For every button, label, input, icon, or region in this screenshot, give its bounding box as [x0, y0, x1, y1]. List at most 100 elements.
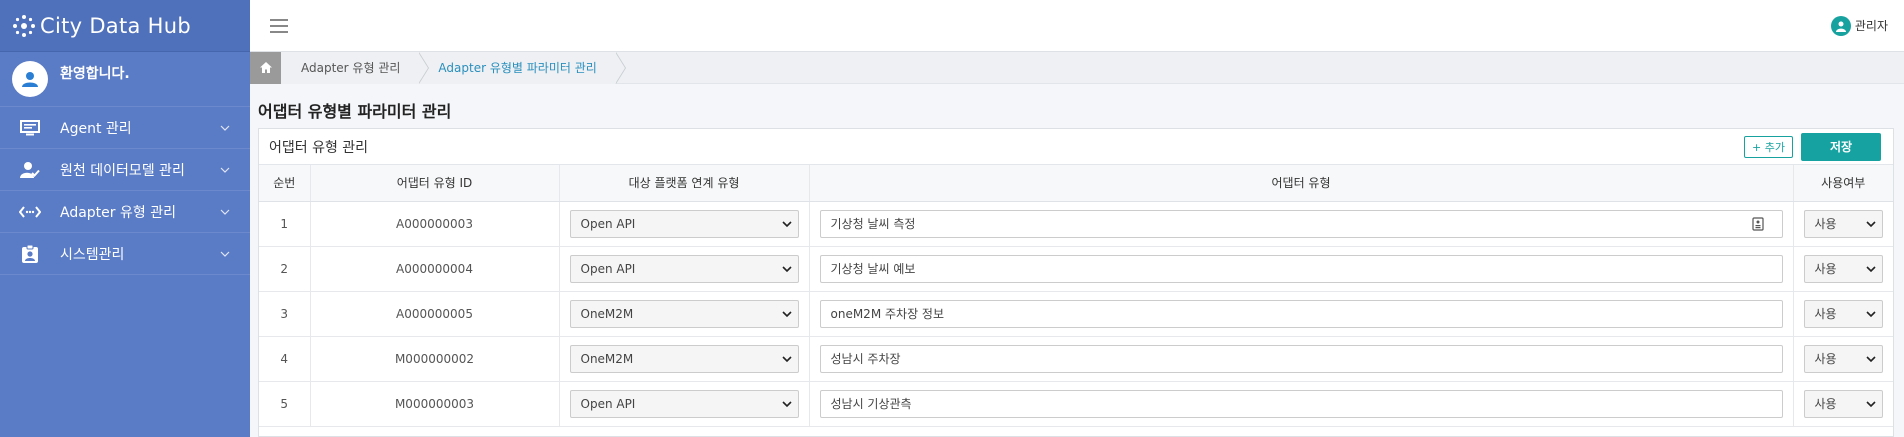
code-arrows-icon: [18, 202, 42, 222]
adapter-type-value: oneM2M 주차장 정보: [830, 307, 945, 321]
chevron-down-icon: [1866, 400, 1876, 407]
use-cell: 사용: [1793, 381, 1893, 427]
row-num: 5: [259, 381, 311, 427]
row-num: 1: [259, 201, 311, 247]
row-id: A000000003: [310, 201, 560, 247]
platform-select-value: Open API: [580, 396, 636, 411]
breadcrumb-item-adapter-type[interactable]: Adapter 유형 관리: [281, 51, 430, 84]
column-header-platform: 대상 플랫폼 연계 유형: [559, 165, 810, 202]
adapter-type-input[interactable]: 성남시 기상관측: [819, 389, 1783, 418]
menu-toggle-icon[interactable]: [270, 18, 288, 33]
use-select[interactable]: 사용: [1803, 299, 1883, 328]
column-header-use: 사용여부: [1793, 165, 1893, 202]
clipboard-user-icon: [18, 244, 42, 264]
use-select-value: 사용: [1814, 397, 1837, 411]
type-cell: 성남시 기상관측: [809, 381, 1794, 427]
column-header-type: 어댑터 유형: [809, 165, 1794, 202]
adapter-type-input[interactable]: oneM2M 주차장 정보: [819, 299, 1783, 328]
chevron-down-icon: [1866, 220, 1876, 227]
use-select[interactable]: 사용: [1803, 209, 1883, 238]
platform-cell: Open API: [559, 201, 810, 247]
user-panel: 환영합니다.: [0, 52, 250, 107]
admin-label: 관리자: [1854, 19, 1888, 33]
use-select-value: 사용: [1814, 307, 1837, 321]
use-select[interactable]: 사용: [1803, 344, 1883, 373]
use-select[interactable]: 사용: [1803, 389, 1883, 418]
use-select-value: 사용: [1814, 217, 1837, 231]
use-select-value: 사용: [1814, 352, 1837, 366]
platform-select[interactable]: Open API: [569, 389, 799, 418]
user-avatar-icon: [12, 61, 48, 97]
platform-select-value: OneM2M: [580, 306, 634, 321]
adapter-type-card: 어댑터 유형 관리 + 추가 저장 순번 어댑터 유형 ID 대상 플랫폼 연계…: [258, 128, 1894, 437]
table-header-row: 순번 어댑터 유형 ID 대상 플랫폼 연계 유형 어댑터 유형 사용여부: [259, 165, 1893, 202]
admin-avatar-icon: [1830, 15, 1851, 36]
table-row: 1 A000000003 Open API 기상청 날씨 측정 사용: [259, 201, 1893, 247]
platform-cell: Open API: [559, 246, 810, 292]
top-bar: 관리자: [250, 0, 1904, 52]
card-title: 어댑터 유형 관리: [269, 139, 369, 156]
type-cell: 성남시 주차장: [809, 336, 1794, 382]
page-title: 어댑터 유형별 파라미터 관리: [258, 102, 452, 121]
chevron-down-icon: [1866, 265, 1876, 272]
use-select-value: 사용: [1814, 262, 1837, 276]
sidebar-item-label: Agent 관리: [60, 120, 132, 137]
chevron-down-icon: [1866, 310, 1876, 317]
chevron-down-icon: [781, 400, 792, 407]
platform-select-value: OneM2M: [580, 351, 634, 366]
column-header-num: 순번: [259, 165, 311, 202]
admin-menu[interactable]: 관리자: [1830, 15, 1888, 36]
platform-select[interactable]: OneM2M: [569, 299, 799, 328]
use-cell: 사용: [1793, 201, 1893, 247]
row-num: 4: [259, 336, 311, 382]
monitor-icon: [18, 118, 42, 138]
table-row: 3 A000000005 OneM2M oneM2M 주차장 정보 사용: [259, 291, 1893, 337]
adapter-type-input[interactable]: 기상청 날씨 측정: [819, 209, 1783, 238]
logo-icon: [13, 14, 35, 37]
chevron-down-icon: [1866, 355, 1876, 362]
adapter-type-input[interactable]: 성남시 주차장: [819, 344, 1783, 373]
row-id: A000000004: [310, 246, 560, 292]
breadcrumb-item-adapter-params[interactable]: Adapter 유형별 파라미터 관리: [418, 51, 627, 84]
type-cell: 기상청 날씨 측정: [809, 201, 1794, 247]
adapter-type-table: 순번 어댑터 유형 ID 대상 플랫폼 연계 유형 어댑터 유형 사용여부 1 …: [259, 165, 1893, 427]
sidebar-item-source-datamodel[interactable]: 원천 데이터모델 관리: [0, 149, 250, 191]
adapter-type-value: 성남시 주차장: [830, 352, 901, 366]
row-id: M000000002: [310, 336, 560, 382]
sidebar-item-label: 시스템관리: [60, 246, 125, 263]
app-title: City Data Hub: [40, 13, 191, 38]
adapter-type-input[interactable]: 기상청 날씨 예보: [819, 254, 1783, 283]
adapter-type-value: 성남시 기상관측: [830, 397, 912, 411]
type-cell: 기상청 날씨 예보: [809, 246, 1794, 292]
use-select[interactable]: 사용: [1803, 254, 1883, 283]
save-button[interactable]: 저장: [1801, 132, 1881, 161]
sidebar-item-agent[interactable]: Agent 관리: [0, 107, 250, 149]
row-num: 3: [259, 291, 311, 337]
chevron-down-icon: [781, 220, 792, 227]
platform-select[interactable]: Open API: [569, 254, 799, 283]
contact-card-icon[interactable]: [1751, 216, 1764, 231]
platform-cell: Open API: [559, 381, 810, 427]
sidebar-item-adapter-type[interactable]: Adapter 유형 관리: [0, 191, 250, 233]
card-actions: + 추가 저장: [1744, 132, 1881, 161]
platform-cell: OneM2M: [559, 291, 810, 337]
breadcrumb: Adapter 유형 관리 Adapter 유형별 파라미터 관리: [250, 51, 1904, 84]
chevron-down-icon: [781, 310, 792, 317]
chevron-down-icon: [781, 265, 792, 272]
sidebar-item-label: Adapter 유형 관리: [60, 204, 176, 221]
chevron-down-icon: [781, 355, 792, 362]
platform-select[interactable]: Open API: [569, 209, 799, 238]
use-cell: 사용: [1793, 246, 1893, 292]
add-button[interactable]: + 추가: [1744, 135, 1793, 158]
user-check-icon: [18, 160, 42, 180]
row-num: 2: [259, 246, 311, 292]
platform-select[interactable]: OneM2M: [569, 344, 799, 373]
column-header-id: 어댑터 유형 ID: [310, 165, 560, 202]
platform-cell: OneM2M: [559, 336, 810, 382]
adapter-type-value: 기상청 날씨 측정: [830, 217, 916, 231]
home-icon[interactable]: [250, 51, 281, 84]
sidebar-item-system[interactable]: 시스템관리: [0, 233, 250, 275]
brand[interactable]: City Data Hub: [0, 0, 250, 52]
adapter-type-value: 기상청 날씨 예보: [830, 262, 916, 276]
row-id: M000000003: [310, 381, 560, 427]
